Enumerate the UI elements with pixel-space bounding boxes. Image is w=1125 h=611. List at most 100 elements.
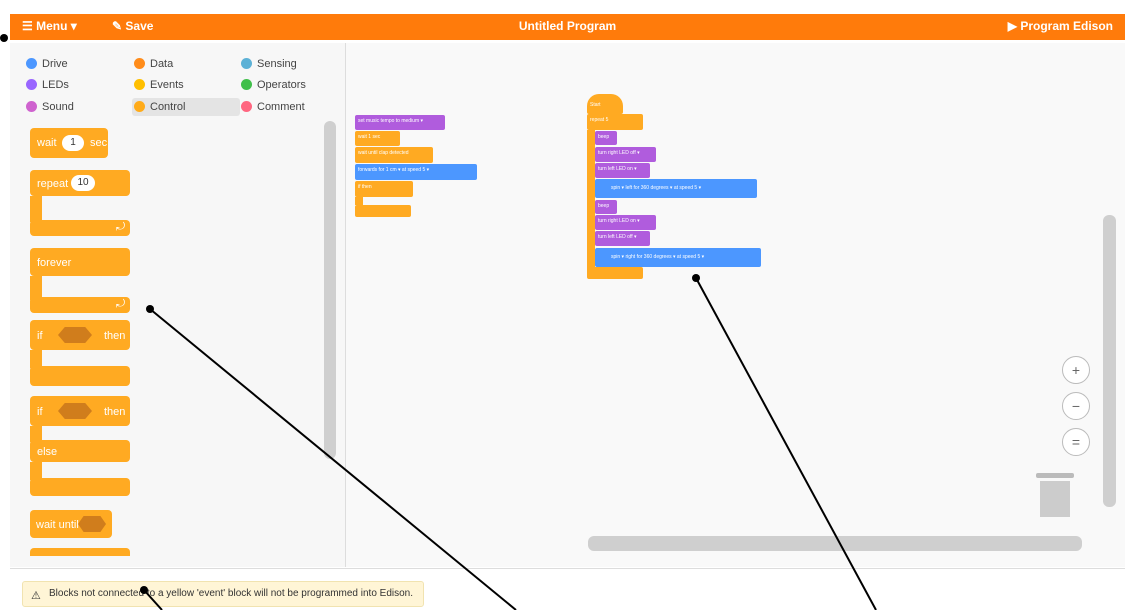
workspace-horizontal-scrollbar[interactable] (588, 536, 1082, 551)
beep-block[interactable]: beep (595, 200, 617, 214)
category-control[interactable]: Control (132, 98, 240, 116)
category-operators[interactable]: Operators (239, 76, 347, 94)
if-block-foot (30, 366, 130, 386)
ws-if-foot (355, 205, 411, 217)
spin-left-block[interactable]: spin ▾ left for 360 degrees ▾ at speed 5… (595, 179, 757, 198)
category-label: Events (150, 79, 184, 91)
category-label: Operators (257, 79, 306, 91)
block-label: wait 1 sec (358, 134, 381, 140)
block-label: turn right LED off ▾ (598, 150, 640, 156)
right-led-off-block[interactable]: turn right LED off ▾ (595, 147, 656, 162)
repeat-block-arm (30, 196, 42, 222)
ws-wait-block[interactable]: wait 1 sec (355, 131, 400, 146)
if-then-block[interactable]: if then (30, 320, 130, 350)
category-label: LEDs (42, 79, 69, 91)
block-label: spin ▾ left for 360 degrees ▾ at speed 5… (611, 185, 702, 191)
wait-block[interactable]: wait 1 sec (30, 128, 108, 158)
repeat-value-input[interactable]: 10 (71, 175, 95, 191)
loop-arrow-icon: ⤾ (116, 221, 126, 233)
palette-scrollbar[interactable] (324, 121, 336, 459)
message-area: ⚠ Blocks not connected to a yellow 'even… (10, 568, 1125, 611)
block-label: turn right LED on ▾ (598, 218, 640, 224)
zoom-in-icon[interactable]: + (1062, 356, 1090, 384)
left-led-on-block[interactable]: turn left LED on ▾ (595, 163, 650, 178)
program-edison-button[interactable]: ▶ Program Edison (1008, 19, 1113, 33)
category-data[interactable]: Data (132, 55, 230, 73)
block-label: Start (590, 102, 601, 108)
ws-if-block[interactable]: if then (355, 181, 413, 197)
control-dot-icon (134, 101, 145, 112)
then-label: then (104, 330, 126, 342)
trash-icon[interactable] (1036, 473, 1074, 517)
block-label: repeat 5 (590, 117, 609, 123)
warning-text: Blocks not connected to a yellow 'event'… (49, 588, 414, 599)
top-bar: ☰ Menu ▾ ✎ Save Untitled Program ▶ Progr… (10, 14, 1125, 40)
sound-dot-icon (26, 101, 37, 112)
else-section: else (30, 440, 130, 462)
spin-right-block[interactable]: spin ▾ right for 360 degrees ▾ at speed … (595, 248, 761, 267)
main-area: Drive Data Sensing LEDs Events Operators… (10, 43, 1125, 567)
beep-block[interactable]: beep (595, 131, 617, 145)
category-events[interactable]: Events (132, 76, 230, 94)
ws-wait-until-block[interactable]: wait until clap detected (355, 147, 433, 163)
forever-block-foot: ⤾ (30, 297, 130, 313)
warning-banner: ⚠ Blocks not connected to a yellow 'even… (22, 581, 425, 607)
workspace-canvas[interactable]: set music tempo to medium ▾ wait 1 sec w… (346, 43, 1125, 567)
next-block-partial[interactable] (30, 548, 130, 556)
data-dot-icon (134, 58, 145, 69)
condition-slot[interactable] (58, 327, 92, 343)
wait-unit-label: sec (90, 137, 108, 149)
wait-until-block[interactable]: wait until (30, 510, 112, 538)
repeat-arm (587, 130, 595, 276)
wait-value-input[interactable]: 1 (62, 135, 84, 151)
operators-dot-icon (241, 79, 252, 90)
forever-label: forever (37, 257, 72, 269)
category-label: Data (150, 58, 174, 70)
palette-blocks: wait 1 sec repeat 10 ⤾ forever ⤾ if then… (20, 120, 330, 556)
comment-dot-icon (241, 101, 252, 112)
repeat-block[interactable]: repeat 10 (30, 170, 130, 196)
leds-dot-icon (26, 79, 37, 90)
repeat-label: repeat (37, 178, 69, 190)
block-label: turn left LED off ▾ (598, 234, 637, 240)
block-label: forwards for 1 cm ▾ at speed 5 ▾ (358, 167, 430, 173)
annotation-dot (0, 34, 8, 42)
block-label: spin ▾ right for 360 degrees ▾ at speed … (611, 254, 705, 260)
block-label: beep (598, 134, 610, 140)
zoom-out-icon[interactable]: − (1062, 392, 1090, 420)
block-label: beep (598, 203, 610, 209)
trash-lid (1036, 473, 1074, 478)
block-label: if then (358, 184, 372, 190)
wait-until-label: wait until (36, 519, 79, 531)
left-led-off-block[interactable]: turn left LED off ▾ (595, 231, 650, 246)
repeat-foot (587, 267, 643, 279)
forever-block[interactable]: forever (30, 248, 130, 276)
condition-slot[interactable] (78, 516, 106, 532)
set-tempo-block[interactable]: set music tempo to medium ▾ (355, 115, 445, 130)
trash-can (1040, 481, 1070, 517)
block-label: set music tempo to medium ▾ (358, 118, 424, 124)
block-palette: Drive Data Sensing LEDs Events Operators… (10, 43, 346, 567)
category-label: Control (150, 101, 186, 113)
else-label: else (37, 446, 58, 458)
category-sound[interactable]: Sound (24, 98, 122, 116)
warning-icon: ⚠ (31, 590, 41, 602)
sensing-dot-icon (241, 58, 252, 69)
start-hat-block[interactable]: Start (587, 94, 623, 114)
program-title[interactable]: Untitled Program (10, 19, 1125, 33)
repeat-5-block[interactable]: repeat 5 (587, 114, 643, 130)
category-leds[interactable]: LEDs (24, 76, 122, 94)
block-label: turn left LED on ▾ (598, 166, 637, 172)
zoom-reset-icon[interactable]: = (1062, 428, 1090, 456)
forwards-block[interactable]: forwards for 1 cm ▾ at speed 5 ▾ (355, 164, 477, 180)
repeat-block-foot: ⤾ (30, 220, 130, 236)
category-label: Drive (42, 58, 68, 70)
category-drive[interactable]: Drive (24, 55, 122, 73)
condition-slot[interactable] (58, 403, 92, 419)
category-label: Sound (42, 101, 74, 113)
right-led-on-block[interactable]: turn right LED on ▾ (595, 215, 656, 230)
category-comment[interactable]: Comment (239, 98, 347, 116)
category-sensing[interactable]: Sensing (239, 55, 347, 73)
workspace-vertical-scrollbar[interactable] (1103, 215, 1116, 507)
if-then-else-block[interactable]: if then (30, 396, 130, 426)
